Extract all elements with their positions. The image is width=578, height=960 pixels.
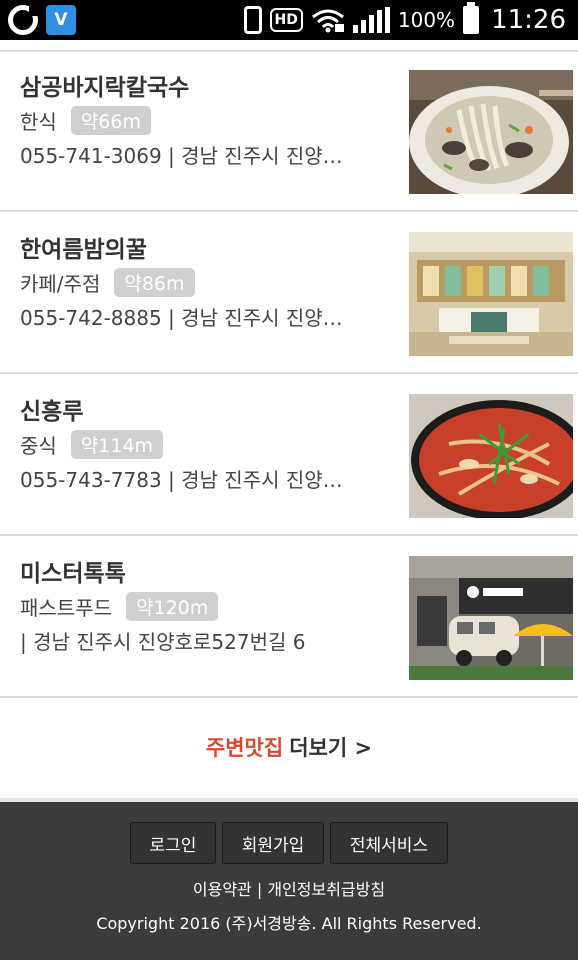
footer-policy-links[interactable]: 이용약관 | 개인정보취급방침 — [0, 876, 578, 900]
more-rest-text: 더보기 > — [289, 736, 373, 760]
all-services-button[interactable]: 전체서비스 — [330, 822, 448, 864]
hd-voice-icon: HD — [269, 8, 303, 32]
status-bar: V HD 100% 11:26 — [0, 0, 578, 40]
restaurant-category: 카페/주점 — [20, 272, 101, 296]
restaurant-contact-address: | 경남 진주시 진양호로527번길 6 — [20, 630, 306, 654]
v3-app-label: V — [54, 10, 68, 30]
app-notification-icon — [8, 4, 39, 35]
restaurant-name: 한여름밤의꿀 — [20, 237, 147, 263]
restaurant-category: 중식 — [20, 434, 57, 458]
jjamppong-photo — [409, 394, 573, 518]
signal-strength-icon — [352, 7, 390, 33]
vibrate-phone-icon — [243, 6, 262, 34]
restaurant-name: 신흥루 — [20, 399, 84, 425]
battery-percent: 100% — [397, 8, 456, 32]
cafe-interior-photo — [409, 232, 573, 356]
restaurant-item[interactable]: 미스터톡톡 패스트푸드 약120m | 경남 진주시 진양호로527번길 6 — [0, 536, 578, 698]
distance-badge: 약86m — [114, 268, 195, 297]
status-clock: 11:26 — [491, 5, 566, 35]
restaurant-name: 삼공바지락칼국수 — [20, 75, 190, 101]
login-button[interactable]: 로그인 — [130, 822, 216, 864]
restaurant-contact-address: 055-743-7783 | 경남 진주시 진양… — [20, 468, 343, 492]
restaurant-list: 삼공바지락칼국수 한식 약66m 055-741-3069 | 경남 진주시 진… — [0, 50, 578, 698]
storefront-photo — [409, 556, 573, 680]
restaurant-category: 패스트푸드 — [20, 596, 112, 620]
battery-icon — [463, 2, 480, 34]
more-accent-text: 주변맛집 — [205, 736, 284, 760]
signup-button[interactable]: 회원가입 — [222, 822, 324, 864]
distance-badge: 약66m — [70, 106, 151, 135]
v3-app-icon: V — [46, 5, 76, 35]
restaurant-contact-address: 055-742-8885 | 경남 진주시 진양… — [20, 306, 343, 330]
restaurant-category: 한식 — [20, 110, 57, 134]
restaurant-item[interactable]: 신흥루 중식 약114m 055-743-7783 | 경남 진주시 진양… — [0, 374, 578, 536]
more-restaurants-link[interactable]: 주변맛집 더보기 > — [0, 700, 578, 794]
noodle-soup-photo — [409, 70, 573, 194]
restaurant-item[interactable]: 한여름밤의꿀 카페/주점 약86m 055-742-8885 | 경남 진주시 … — [0, 212, 578, 374]
copyright-text: Copyright 2016 (주)서경방송. All Rights Reser… — [96, 914, 482, 933]
restaurant-item[interactable]: 삼공바지락칼국수 한식 약66m 055-741-3069 | 경남 진주시 진… — [0, 50, 578, 212]
distance-badge: 약120m — [126, 592, 219, 621]
restaurant-name: 미스터톡톡 — [20, 561, 126, 587]
wifi-icon — [311, 9, 344, 33]
restaurant-contact-address: 055-741-3069 | 경남 진주시 진양… — [20, 144, 343, 168]
footer: 로그인 회원가입 전체서비스 이용약관 | 개인정보취급방침 Copyright… — [0, 798, 578, 960]
distance-badge: 약114m — [70, 430, 164, 459]
